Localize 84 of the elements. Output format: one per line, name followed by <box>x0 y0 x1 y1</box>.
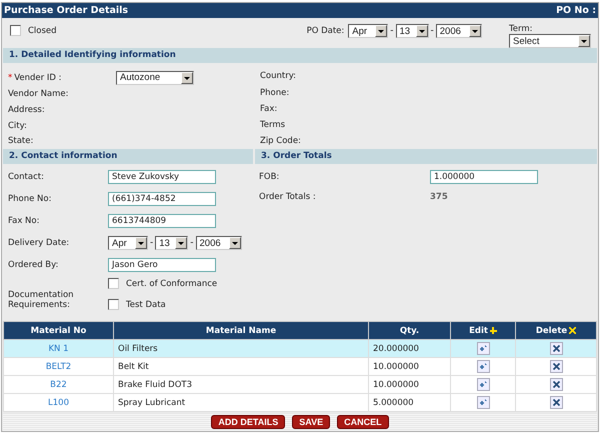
option-label: Test Data <box>126 300 166 310</box>
date-separator: - <box>150 238 154 248</box>
field-label: State: <box>8 136 34 146</box>
column-header: Material Name <box>114 322 368 340</box>
field-label: Zip Code: <box>260 136 301 146</box>
field-label: Fax No: <box>8 216 40 226</box>
table-row[interactable]: BELT2 Belt Kit 10.000000 <box>4 358 596 376</box>
field-label: Documentation Requirements: <box>8 290 75 312</box>
date-separator: - <box>430 26 434 36</box>
field-label: Delivery Date: <box>8 238 70 248</box>
po-number-label: PO No : <box>556 5 596 16</box>
term-dropdown[interactable]: Select <box>509 34 591 48</box>
page-title: Purchase Order Details <box>4 5 128 16</box>
section-header: 1. Detailed Identifying information <box>3 48 597 63</box>
delete-icon[interactable] <box>550 396 562 409</box>
action-button[interactable]: ADD DETAILS <box>211 415 286 429</box>
option-checkbox[interactable] <box>108 278 119 289</box>
material-link[interactable]: B22 <box>50 380 67 390</box>
table-row[interactable]: B22 Brake Fluid DOT3 10.000000 <box>4 376 596 394</box>
day-dropdown[interactable]: 13 <box>155 236 188 250</box>
edit-icon[interactable] <box>476 342 490 355</box>
year-dropdown[interactable]: 2006 <box>436 24 482 38</box>
field-label: Order Totals : <box>259 192 317 202</box>
closed-label: Closed <box>28 26 57 36</box>
field-label: Address: <box>8 104 45 115</box>
edit-icon[interactable] <box>476 378 490 391</box>
table-cell: Spray Lubricant <box>118 398 186 408</box>
field-label: Vender ID : <box>14 72 62 83</box>
table-row[interactable]: L100 Spray Lubricant 5.000000 <box>4 394 596 412</box>
section-header: 3. Order Totals <box>255 149 597 164</box>
option-label: Cert. of Conformance <box>126 278 218 288</box>
delete-icon[interactable] <box>550 342 562 355</box>
table-cell: Belt Kit <box>118 362 149 372</box>
text-field[interactable]: (661)374-4852 <box>108 192 216 206</box>
action-button[interactable]: SAVE <box>292 415 330 429</box>
text-field[interactable]: Steve Zukovsky <box>108 170 216 184</box>
edit-icon[interactable] <box>476 396 490 409</box>
po-date-label: PO Date: <box>306 26 344 36</box>
date-separator: - <box>390 26 394 36</box>
field-label: Ordered By: <box>8 260 60 270</box>
term-label: Term: <box>509 24 534 34</box>
edit-icon[interactable] <box>476 360 490 373</box>
close-icon <box>569 327 576 334</box>
option-checkbox[interactable] <box>108 299 119 310</box>
column-header: Delete <box>516 322 596 340</box>
table-cell: 10.000000 <box>373 362 419 372</box>
table-cell: Oil Filters <box>118 344 158 354</box>
column-header: Qty. <box>368 322 450 340</box>
date-separator: - <box>190 238 194 248</box>
field-label: Country: <box>260 70 296 81</box>
field-label: Contact: <box>8 172 45 182</box>
material-link[interactable]: BELT2 <box>46 362 72 372</box>
table-row[interactable]: KN 1 Oil Filters 20.000000 <box>4 340 596 358</box>
field-label: Terms <box>260 120 286 130</box>
field-label: Phone: <box>260 88 290 98</box>
section-header: 2. Contact information <box>3 149 253 164</box>
delete-icon[interactable] <box>550 378 562 391</box>
closed-checkbox[interactable] <box>10 25 21 36</box>
field-label: FOB: <box>259 172 280 182</box>
text-field[interactable]: Jason Gero <box>108 258 216 272</box>
column-header: Edit <box>450 322 516 340</box>
month-dropdown[interactable]: Apr <box>348 24 388 38</box>
action-button[interactable]: CANCEL <box>337 415 389 429</box>
month-dropdown[interactable]: Apr <box>108 236 148 250</box>
day-dropdown[interactable]: 13 <box>396 24 429 38</box>
fob-field[interactable]: 1.000000 <box>430 170 538 184</box>
table-cell: 10.000000 <box>373 380 419 390</box>
field-label: Phone No: <box>8 194 52 204</box>
material-link[interactable]: L100 <box>48 398 69 408</box>
year-dropdown[interactable]: 2006 <box>196 236 242 250</box>
table-cell: 20.000000 <box>373 344 419 354</box>
required-mark: * <box>8 72 12 83</box>
delete-icon[interactable] <box>550 360 562 373</box>
table-cell: 5.000000 <box>373 398 414 408</box>
field-label: City: <box>8 120 27 131</box>
table-cell: Brake Fluid DOT3 <box>118 380 192 390</box>
text-field[interactable]: 6613744809 <box>108 214 216 228</box>
field-label: Vendor Name: <box>8 89 69 100</box>
vendor-dropdown[interactable]: Autozone <box>116 70 194 85</box>
column-header: Material No <box>4 322 114 340</box>
plus-icon <box>490 327 497 334</box>
field-label: Fax: <box>260 104 278 114</box>
order-total-value: 375 <box>430 192 448 202</box>
material-link[interactable]: KN 1 <box>48 344 69 354</box>
